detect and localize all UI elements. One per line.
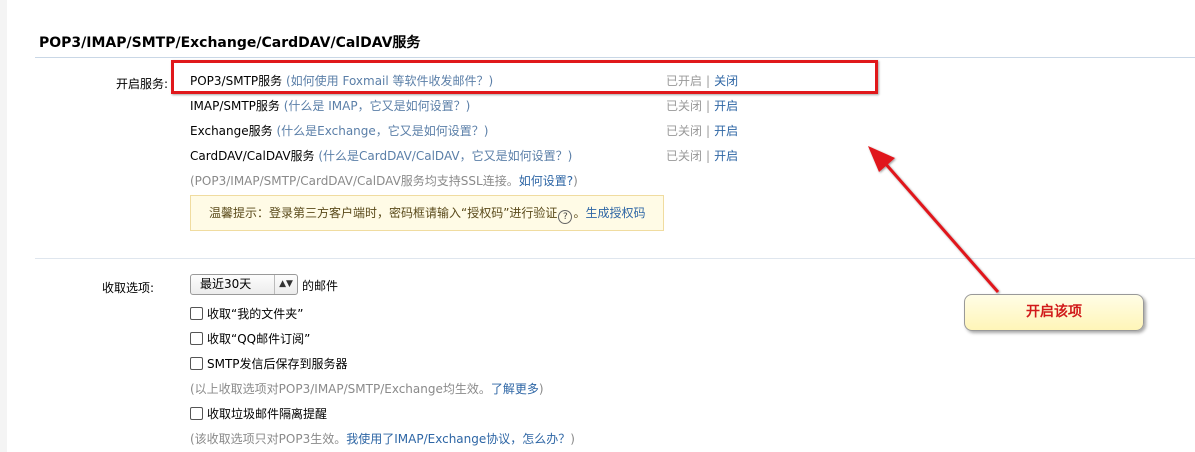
status-text: 已关闭: [666, 124, 703, 138]
receive-label: 收取选项:: [101, 281, 154, 295]
tip-tail: 。: [573, 206, 586, 220]
callout-box: 开启该项: [964, 294, 1144, 331]
receive-note-2-close: ): [570, 432, 575, 446]
checkbox-box[interactable]: [190, 307, 203, 320]
checkbox-box[interactable]: [190, 407, 203, 420]
services-label: 开启服务:: [115, 77, 168, 91]
separator: |: [706, 124, 711, 138]
range-select-value: 最近30天: [200, 277, 252, 291]
ssl-note: (POP3/IMAP/SMTP/CardDAV/CalDAV服务均支持SSL连接…: [190, 172, 578, 189]
checkbox-my-folders[interactable]: 收取“我的文件夹”: [190, 305, 303, 322]
receive-note-1-text: (以上收取选项对POP3/IMAP/SMTP/Exchange均生效。: [190, 382, 491, 396]
checkbox-label: 收取“我的文件夹”: [207, 307, 304, 321]
generate-auth-code-link[interactable]: 生成授权码: [585, 206, 645, 220]
toggle-link-exchange[interactable]: 开启: [714, 124, 738, 138]
help-link[interactable]: (什么是CardDAV/CalDAV，它又是如何设置？): [318, 149, 572, 163]
ssl-note-text: (POP3/IMAP/SMTP/CardDAV/CalDAV服务均支持SSL连接…: [190, 174, 519, 188]
checkbox-junk-alert[interactable]: 收取垃圾邮件隔离提醒: [190, 405, 327, 422]
tip-text: 温馨提示：登录第三方客户端时，密码框请输入“授权码”进行验证: [209, 206, 558, 220]
imap-help-link[interactable]: 我使用了IMAP/Exchange协议，怎么办？: [346, 432, 570, 446]
checkbox-box[interactable]: [190, 357, 203, 370]
range-select[interactable]: 最近30天 ▲▼: [190, 274, 298, 295]
service-row-imap: IMAP/SMTP服务 (什么是 IMAP，它又是如何设置？): [190, 97, 470, 114]
service-status-exchange: 已关闭 | 开启: [666, 122, 738, 139]
help-link[interactable]: (什么是Exchange，它又是如何设置？): [276, 124, 488, 138]
checkbox-label: 收取“QQ邮件订阅”: [207, 332, 311, 346]
toggle-link-imap[interactable]: 开启: [714, 99, 738, 113]
select-arrows-icon: ▲▼: [274, 275, 297, 294]
service-row-carddav: CardDAV/CalDAV服务 (什么是CardDAV/CalDAV，它又是如…: [190, 147, 572, 164]
ssl-howto-link[interactable]: 如何设置?: [519, 174, 573, 188]
question-circle-icon[interactable]: ?: [558, 210, 573, 224]
service-name: IMAP/SMTP服务: [190, 99, 280, 113]
separator: |: [706, 99, 711, 113]
receive-note-1-close: ): [538, 382, 544, 396]
toggle-link-carddav[interactable]: 开启: [714, 149, 738, 163]
service-row-exchange: Exchange服务 (什么是Exchange，它又是如何设置？): [190, 122, 488, 139]
section-title: POP3/IMAP/SMTP/Exchange/CardDAV/CalDAV服务: [39, 35, 421, 51]
service-status-imap: 已关闭 | 开启: [666, 97, 738, 114]
checkbox-label: SMTP发信后保存到服务器: [207, 357, 348, 371]
status-text: 已关闭: [666, 149, 703, 163]
receive-note-2: (该收取选项只对POP3生效。我使用了IMAP/Exchange协议，怎么办？): [190, 430, 575, 447]
receive-note-2-text: (该收取选项只对POP3生效。: [190, 432, 347, 446]
service-name: Exchange服务: [190, 124, 273, 138]
checkbox-box[interactable]: [190, 332, 203, 345]
checkbox-qq-subscription[interactable]: 收取“QQ邮件订阅”: [190, 330, 310, 347]
service-name: CardDAV/CalDAV服务: [190, 149, 315, 163]
range-suffix: 的邮件: [302, 279, 339, 293]
checkbox-label: 收取垃圾邮件隔离提醒: [207, 407, 328, 421]
section-divider: [35, 57, 1195, 58]
service-status-carddav: 已关闭 | 开启: [666, 147, 738, 164]
ssl-note-close: ): [573, 174, 578, 188]
receive-note-1: (以上收取选项对POP3/IMAP/SMTP/Exchange均生效。了解更多): [190, 380, 544, 397]
mid-divider: [35, 258, 1195, 259]
highlight-box: [171, 60, 878, 94]
help-link[interactable]: (什么是 IMAP，它又是如何设置？): [284, 99, 471, 113]
checkbox-smtp-save[interactable]: SMTP发信后保存到服务器: [190, 355, 348, 372]
tip-box: 温馨提示：登录第三方客户端时，密码框请输入“授权码”进行验证? 。生成授权码: [190, 195, 664, 231]
separator: |: [706, 149, 711, 163]
status-text: 已关闭: [666, 99, 703, 113]
learn-more-link[interactable]: 了解更多: [491, 382, 539, 396]
